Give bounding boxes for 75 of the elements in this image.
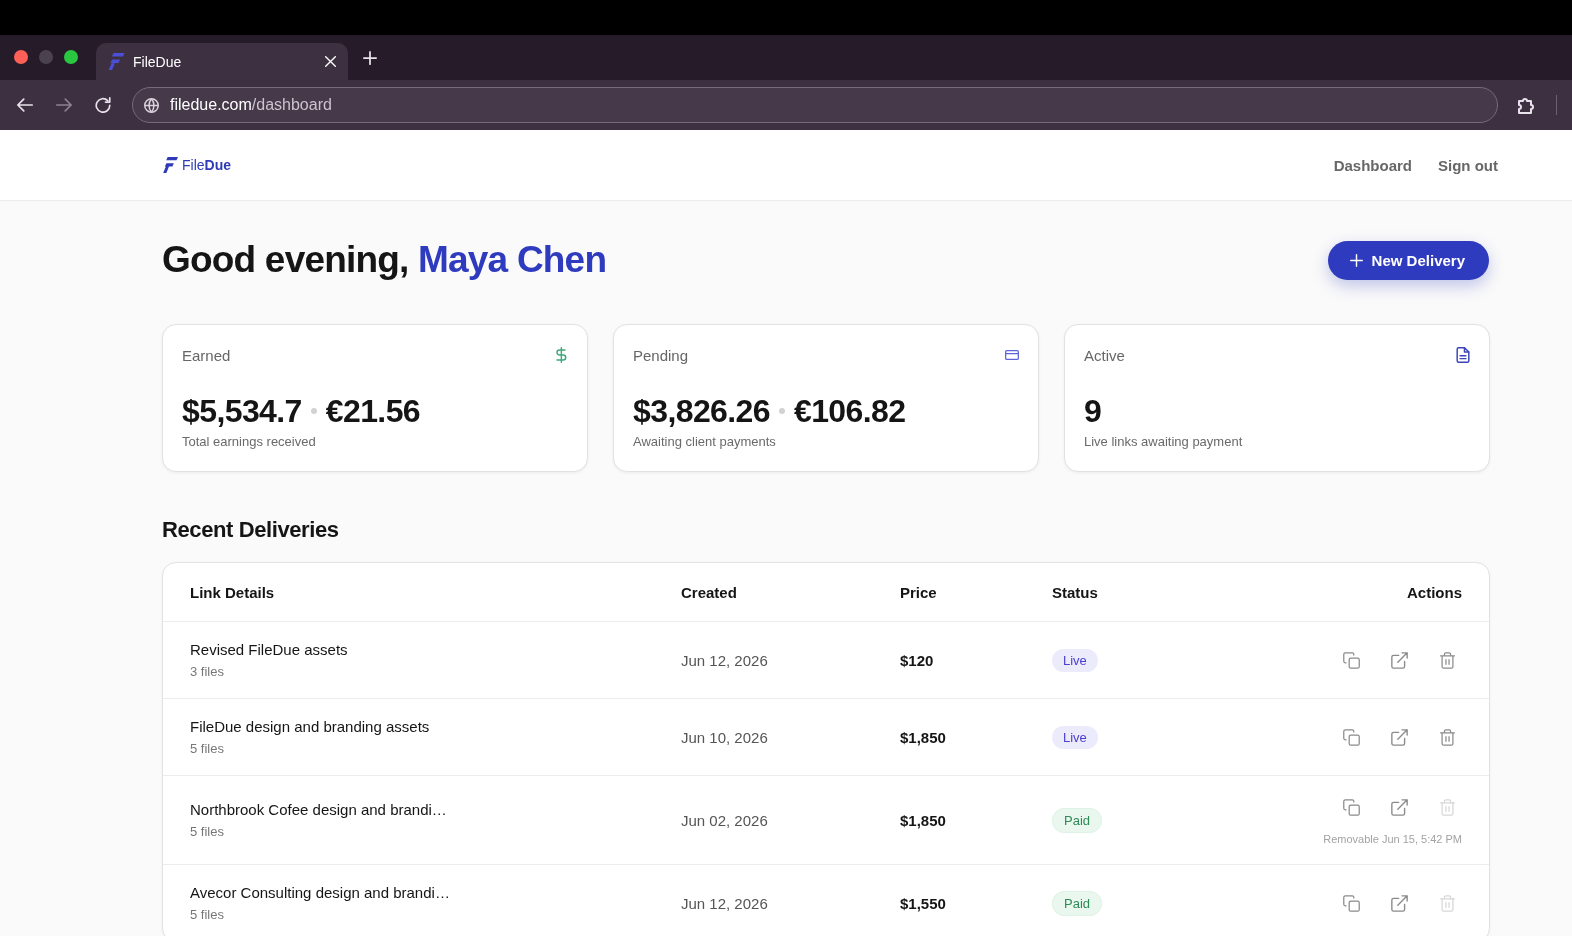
reload-icon [95,97,111,113]
nav-link[interactable]: Sign out [1438,156,1498,174]
file-count: 5 files [190,905,225,924]
plus-icon [1349,253,1363,267]
file-count: 5 files [190,822,225,841]
link-title: Avecor Consulting design and brandi… [190,882,451,903]
stat-caption: Awaiting client payments [633,433,777,451]
external-link-icon [1390,728,1408,746]
logo-text[interactable]: FileDue [182,157,231,173]
copy-icon [1342,894,1360,912]
status-badge: Live [1052,725,1098,749]
link-title: Northbrook Cofee design and brandi… [190,799,448,820]
forward-arrow-icon [56,97,72,113]
new-tab-icon[interactable] [363,51,377,65]
trash-icon [1438,728,1456,746]
trash-icon [1438,798,1456,816]
globe-icon [144,97,159,113]
greeting-heading: Good evening, Maya Chen [162,238,607,282]
created-date: Jun 12, 2026 [681,894,769,912]
created-date: Jun 12, 2026 [681,651,769,669]
browser-tab[interactable]: FileDue [96,43,348,80]
stat-value: €21.56 [325,392,421,430]
column-header: Status [1052,583,1099,601]
document-icon [1456,347,1470,363]
nav-link[interactable]: Dashboard [1333,156,1412,174]
stat-caption: Total earnings received [182,433,317,451]
column-header: Link Details [190,583,276,601]
copy-icon [1342,798,1360,816]
close-icon [324,56,336,67]
price-text: $1,850 [900,811,947,829]
status-badge: Live [1052,648,1098,672]
window-control-icon[interactable] [64,50,78,64]
column-header: Price [900,583,938,601]
column-header: Actions [1407,583,1462,601]
created-date: Jun 02, 2026 [681,811,769,829]
external-link-icon [1390,651,1408,669]
logo-icon [163,157,178,173]
section-heading: Recent Deliveries [162,517,340,543]
stat-value: $5,534.7 [182,392,302,430]
logo-icon [108,53,125,70]
puzzle-icon[interactable] [1518,95,1537,115]
file-count: 5 files [190,739,225,758]
stat-label: Pending [633,346,689,364]
copy-icon [1342,728,1360,746]
trash-icon [1438,651,1456,669]
new-delivery-button[interactable]: New Delivery [1327,240,1489,280]
external-link-icon [1390,894,1408,912]
stat-label: Earned [182,346,231,364]
separator-dot-icon [778,408,785,414]
stat-label: Active [1084,346,1125,364]
stat-caption: Live links awaiting payment [1084,433,1244,451]
dollar-icon [554,347,568,363]
price-text: $120 [900,651,935,669]
stat-value: $3,826.26 [633,392,770,430]
column-header: Created [681,583,738,601]
separator-dot-icon [310,408,317,414]
back-arrow-icon [17,97,33,113]
close-tab-button[interactable] [322,53,338,70]
address-field[interactable]: filedue.com/dashboard [132,87,1498,123]
link-title: Revised FileDue assets [190,639,349,660]
status-badge: Paid [1052,890,1103,916]
link-title: FileDue design and branding assets [190,716,431,737]
removal-note: Removable Jun 15, 5:42 PM [1323,832,1462,847]
file-count: 3 files [190,662,225,681]
created-date: Jun 10, 2026 [681,728,769,746]
price-text: $1,550 [900,894,947,912]
trash-icon [1438,894,1456,912]
stat-value: 9 [1084,392,1102,430]
credit-card-icon [1005,347,1019,363]
copy-icon [1342,651,1360,669]
status-badge: Paid [1052,807,1103,833]
price-text: $1,850 [900,728,947,746]
window-control-icon[interactable] [14,50,28,64]
external-link-icon [1390,798,1408,816]
stat-value: €106.82 [793,392,906,430]
